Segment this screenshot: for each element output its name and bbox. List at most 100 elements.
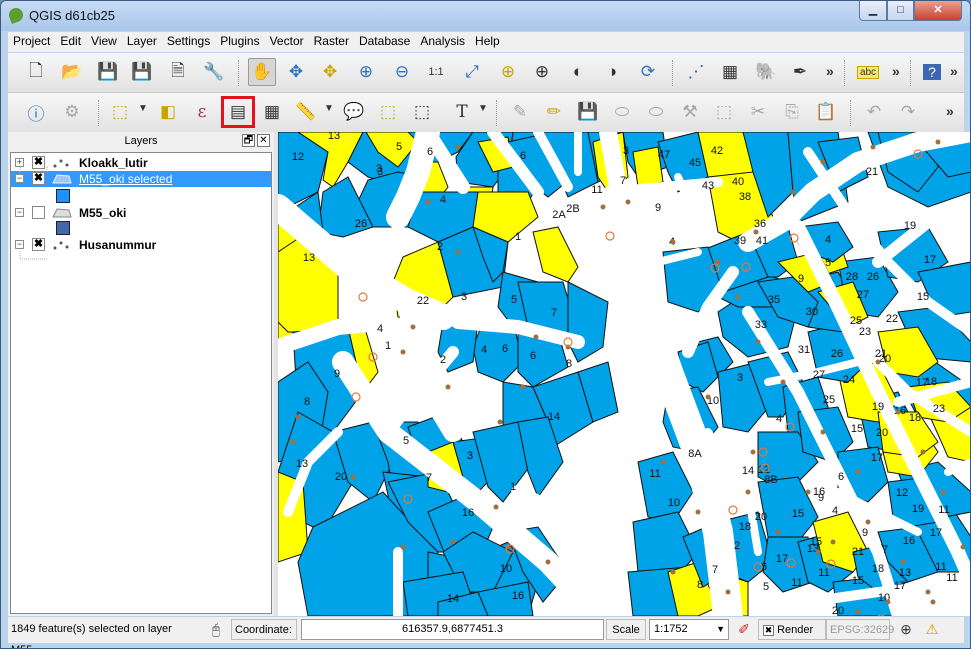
toggle-editing-icon[interactable]: ✎ — [506, 98, 534, 126]
zoom-last-icon[interactable]: ◐ — [564, 58, 592, 86]
menu-settings[interactable]: Settings — [162, 32, 215, 50]
node-tool-icon[interactable]: ⚒ — [676, 98, 704, 126]
redo-icon[interactable]: ↷ — [894, 98, 922, 126]
action-icon[interactable]: ⚙ — [58, 98, 86, 126]
undo-icon[interactable]: ↶ — [860, 98, 888, 126]
house-number-label: 43 — [702, 180, 714, 192]
select-features-icon[interactable]: ⬚ — [106, 98, 134, 126]
measure-icon[interactable]: 📏 — [292, 98, 320, 126]
crs-status[interactable]: EPSG:32629 — [826, 619, 894, 640]
toolbar-overflow-icon[interactable]: » — [826, 63, 834, 79]
house-number-label: 14 — [742, 465, 754, 477]
attribute-table-icon[interactable]: ▤ — [221, 96, 255, 128]
zoom-to-selection-pan-icon[interactable]: ✥ — [316, 58, 344, 86]
warning-icon[interactable]: ⚠ — [920, 617, 944, 641]
zoom-full-icon[interactable]: ⤢ — [458, 58, 486, 86]
zoom-to-selection-icon[interactable]: ⊕ — [494, 58, 522, 86]
annotation-dropdown-icon[interactable]: ▼ — [478, 103, 488, 114]
add-raster-layer-icon[interactable]: ▦ — [716, 58, 744, 86]
menu-edit[interactable]: Edit — [55, 32, 86, 50]
move-feature-icon[interactable]: ⬭ — [642, 98, 670, 126]
house-number-label: 39 — [734, 235, 746, 247]
stop-render-icon[interactable]: ✐ — [732, 617, 756, 641]
house-number-label: 4 — [825, 234, 831, 246]
toolbar2-overflow-icon[interactable]: » — [946, 103, 954, 119]
new-project-icon[interactable]: 🗋 — [22, 58, 50, 86]
paste-icon[interactable]: 📋 — [812, 98, 840, 126]
measure-dropdown-icon[interactable]: ▼ — [324, 103, 334, 114]
coordinate-field[interactable]: 616357.9,6877451.3 — [301, 619, 604, 640]
show-bookmarks-icon[interactable]: ⬚ — [408, 98, 436, 126]
zoom-in-icon[interactable]: ⊕ — [352, 58, 380, 86]
house-number-label: 5 — [511, 294, 517, 306]
menu-view[interactable]: View — [86, 32, 122, 50]
messages-icon[interactable]: 🖰 — [204, 617, 228, 641]
toolbar-overflow-icon-2[interactable]: » — [892, 63, 900, 79]
copy-icon[interactable]: ⎘ — [778, 98, 806, 126]
field-calculator-icon[interactable]: ▦ — [258, 98, 286, 126]
projection-globe-icon[interactable]: ⊕ — [894, 617, 918, 641]
new-bookmark-icon[interactable]: ⬚ — [374, 98, 402, 126]
zoom-to-layer-icon[interactable]: ⊕ — [528, 58, 556, 86]
deselect-icon[interactable]: ◧ — [154, 98, 182, 126]
menu-analysis[interactable]: Analysis — [415, 32, 470, 50]
menu-layer[interactable]: Layer — [122, 32, 162, 50]
map-tips-icon[interactable]: 💬 — [340, 98, 368, 126]
add-postgis-layer-icon[interactable]: 🐘 — [752, 58, 780, 86]
expression-select-icon[interactable]: ε — [188, 98, 216, 126]
menu-database[interactable]: Database — [354, 32, 415, 50]
close-panel-icon[interactable]: ✕ — [257, 134, 270, 147]
delete-selected-icon[interactable]: ⬚ — [710, 98, 738, 126]
render-checkbox[interactable]: ✖ — [763, 624, 774, 636]
menu-project[interactable]: Project — [8, 32, 55, 50]
float-panel-icon[interactable]: 🗗 — [242, 134, 255, 147]
house-number-label: 6 — [502, 343, 508, 355]
refresh-icon[interactable]: ⟳ — [634, 58, 662, 86]
menu-help[interactable]: Help — [470, 32, 505, 50]
text-annotation-icon[interactable]: T — [448, 98, 476, 126]
add-feature-icon[interactable]: ⬭ — [608, 98, 636, 126]
cut-icon[interactable]: ✂ — [744, 98, 772, 126]
save-project-icon[interactable]: 💾 — [94, 58, 122, 86]
house-number-label: 31 — [798, 344, 810, 356]
label-icon[interactable]: abc — [854, 58, 882, 86]
house-number-label: 36 — [754, 218, 766, 230]
add-spatialite-layer-icon[interactable]: ✒ — [786, 58, 814, 86]
expand-icon[interactable]: + — [15, 158, 24, 167]
zoom-next-icon[interactable]: ◑ — [598, 58, 626, 86]
scale-combobox[interactable]: 1:1752 ▼ — [649, 619, 729, 640]
house-number-label: 5 — [396, 141, 402, 153]
map-canvas[interactable]: 13 5 6 3 47 42 12 3 6 3 7 45 40 26 4 11 2B 2A 9 43 38 36 41 1 39… — [278, 132, 970, 616]
identify-icon[interactable]: ⓘ — [22, 98, 50, 126]
pan-to-selection-icon[interactable]: ✥ — [282, 58, 310, 86]
house-number-label: 20 — [335, 471, 347, 483]
menu-vector[interactable]: Vector — [265, 32, 309, 50]
select-dropdown-icon[interactable]: ▼ — [138, 103, 148, 114]
address-point — [670, 569, 676, 575]
menu-plugins[interactable]: Plugins — [215, 32, 264, 50]
house-number-label: 26 — [355, 218, 367, 230]
open-project-icon[interactable]: 📂 — [58, 58, 86, 86]
pan-map-icon[interactable]: ✋ — [248, 58, 276, 86]
close-button[interactable]: ✕ — [914, 1, 962, 21]
pencil-icon[interactable]: ✏ — [540, 98, 568, 126]
save-edits-icon[interactable]: 💾 — [574, 98, 602, 126]
toolbar-overflow-icon-3[interactable]: » — [950, 63, 958, 79]
house-number-label: 4 — [776, 413, 782, 425]
menu-raster[interactable]: Raster — [309, 32, 354, 50]
minimize-button[interactable]: ▁ — [859, 1, 887, 21]
house-number-label: 14 — [548, 411, 560, 423]
help-icon[interactable]: ? — [918, 58, 946, 86]
add-vector-layer-icon[interactable]: ⋰ — [682, 58, 710, 86]
composer-manager-icon[interactable]: 🔧 — [200, 58, 228, 86]
render-toggle[interactable]: ✖ Render — [758, 619, 826, 640]
house-number-label: 5 — [825, 257, 831, 269]
road — [944, 458, 970, 476]
house-number-label: 26 — [831, 348, 843, 360]
new-print-composer-icon[interactable]: 🗎 — [164, 58, 192, 86]
zoom-out-icon[interactable]: ⊖ — [388, 58, 416, 86]
zoom-native-icon[interactable]: 1:1 — [422, 58, 450, 86]
address-point — [410, 324, 416, 330]
save-as-icon[interactable]: 💾 — [128, 58, 156, 86]
maximize-button[interactable]: □ — [887, 1, 914, 21]
